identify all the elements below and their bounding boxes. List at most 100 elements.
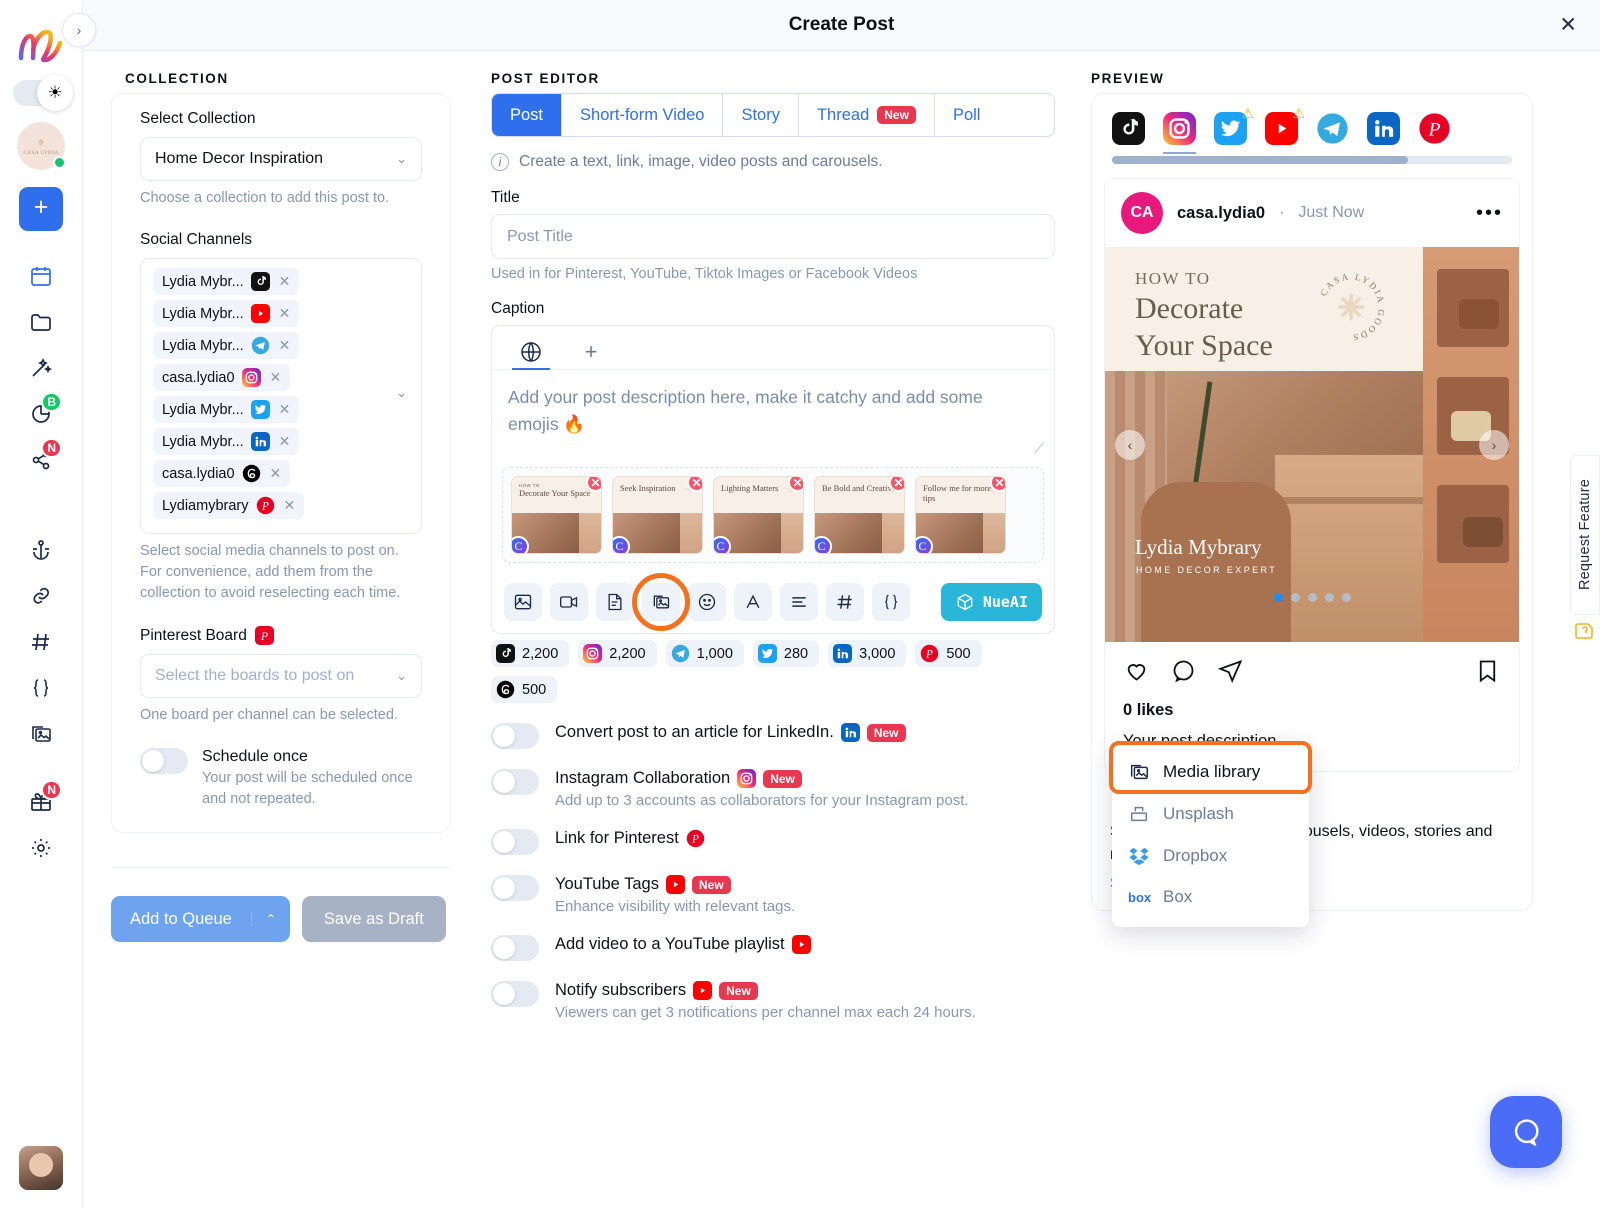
attachment-thumbnail[interactable]: ✳ Be Bold and Creative ✕ C <box>814 476 905 555</box>
add-to-queue-button[interactable]: Add to Queue ⌃ <box>111 896 290 943</box>
attachment-thumbnail[interactable]: ✳ Follow me for more tips ✕ C <box>915 476 1006 555</box>
social-channels-box[interactable]: Lydia Mybr... ✕ Lydia Mybr... ✕ Lydia My… <box>140 258 422 535</box>
channels-chevron-down-icon[interactable]: ⌄ <box>396 385 407 401</box>
globe-icon[interactable] <box>504 335 558 370</box>
remove-channel-icon[interactable]: ✕ <box>279 433 291 450</box>
save-as-draft-button[interactable]: Save as Draft <box>301 896 446 943</box>
carousel-dot[interactable] <box>1307 593 1317 602</box>
sidebar-item-link[interactable] <box>18 573 64 619</box>
like-icon[interactable] <box>1123 657 1150 689</box>
canva-icon[interactable]: C <box>613 536 630 554</box>
title-input[interactable]: Post Title <box>491 214 1055 259</box>
sidebar-item-analytics[interactable]: B <box>18 391 64 437</box>
bookmark-icon[interactable] <box>1474 657 1501 689</box>
remove-channel-icon[interactable]: ✕ <box>279 305 291 322</box>
carousel-prev-button[interactable]: ‹ <box>1115 429 1145 460</box>
share-icon[interactable] <box>1217 657 1244 689</box>
option-toggle[interactable] <box>491 769 539 796</box>
feedback-icon[interactable] <box>1573 620 1597 644</box>
channel-chip[interactable]: Lydia Mybr... ✕ <box>153 396 300 424</box>
tab-poll[interactable]: Poll <box>934 94 999 136</box>
sidebar-item-variables[interactable] <box>18 665 64 711</box>
option-toggle[interactable] <box>491 935 539 962</box>
collection-select[interactable]: Home Decor Inspiration ⌄ <box>140 137 422 181</box>
sidebar-item-share[interactable]: N <box>18 437 64 483</box>
help-chat-button[interactable] <box>1490 1096 1562 1168</box>
carousel-dot[interactable] <box>1273 593 1283 602</box>
schedule-once-toggle[interactable] <box>140 748 188 775</box>
tab-short-form-video[interactable]: Short-form Video <box>562 94 724 136</box>
preview-network-pinterest[interactable]: P <box>1418 112 1451 145</box>
emoji-icon[interactable] <box>688 583 726 622</box>
video-icon[interactable] <box>550 583 588 622</box>
canva-icon[interactable]: C <box>714 536 731 554</box>
option-toggle[interactable] <box>491 981 539 1008</box>
request-feature-tab[interactable]: Request Feature <box>1570 455 1600 615</box>
preview-network-linkedin[interactable] <box>1367 112 1400 145</box>
carousel-dot[interactable] <box>1290 593 1300 602</box>
remove-channel-icon[interactable]: ✕ <box>270 465 282 482</box>
attachment-thumbnail[interactable]: ✳ Seek Inspiration ✕ C <box>612 476 703 555</box>
dropdown-item-box[interactable]: box Box <box>1112 877 1309 917</box>
font-icon[interactable] <box>734 583 772 622</box>
close-icon[interactable]: ✕ <box>1559 13 1577 38</box>
attachment-thumbnail[interactable]: ✳ Lighting Matters ✕ C <box>713 476 804 555</box>
expand-sidebar-button[interactable]: › <box>62 13 96 47</box>
channel-chip[interactable]: casa.lydia0 ✕ <box>153 364 291 392</box>
tab-thread[interactable]: Thread New <box>798 94 935 136</box>
document-icon[interactable] <box>596 583 634 622</box>
sidebar-item-magic-wand[interactable] <box>18 345 64 391</box>
carousel-dot[interactable] <box>1341 593 1351 602</box>
add-caption-variant-button[interactable]: + <box>564 335 618 369</box>
preview-network-twitter[interactable]: ⚠ <box>1214 105 1254 145</box>
sidebar-item-anchor[interactable] <box>18 527 64 573</box>
nueai-button[interactable]: NueAI <box>940 583 1042 622</box>
comment-icon[interactable] <box>1170 657 1197 689</box>
remove-channel-icon[interactable]: ✕ <box>284 497 296 514</box>
pinterest-board-select[interactable]: Select the boards to post on ⌄ <box>140 654 422 699</box>
attachment-thumbnail[interactable]: ✳ HOW TO Decorate Your Space ✕ C <box>511 476 602 555</box>
theme-toggle[interactable]: ☀ <box>13 75 73 111</box>
channel-chip[interactable]: Lydia Mybr... ✕ <box>153 300 300 328</box>
sidebar-item-hashtag[interactable] <box>18 619 64 665</box>
channel-chip[interactable]: Lydia Mybr... ✕ <box>153 268 300 296</box>
align-icon[interactable] <box>780 583 818 622</box>
create-button[interactable]: + <box>19 187 63 231</box>
dropdown-item-unsplash[interactable]: Unsplash <box>1112 793 1309 835</box>
sidebar-item-gift[interactable]: N <box>18 779 64 825</box>
tab-post[interactable]: Post <box>492 94 563 136</box>
dropdown-item-dropbox[interactable]: Dropbox <box>1112 835 1309 877</box>
remove-channel-icon[interactable]: ✕ <box>279 401 291 418</box>
option-toggle[interactable] <box>491 875 539 902</box>
more-options-icon[interactable]: ••• <box>1476 202 1503 225</box>
sidebar-item-calendar[interactable] <box>18 253 64 299</box>
channel-chip[interactable]: Lydiamybrary P ✕ <box>153 492 305 520</box>
sidebar-item-settings[interactable] <box>18 825 64 871</box>
media-library-icon[interactable] <box>632 573 690 632</box>
channel-chip[interactable]: Lydia Mybr... ✕ <box>153 428 300 456</box>
channel-chip[interactable]: casa.lydia0 ✕ <box>153 460 291 488</box>
canva-icon[interactable]: C <box>512 536 529 554</box>
remove-channel-icon[interactable]: ✕ <box>270 369 282 386</box>
carousel-dot[interactable] <box>1324 593 1334 602</box>
user-avatar-bottom[interactable] <box>19 1146 63 1190</box>
carousel-next-button[interactable]: › <box>1479 429 1509 460</box>
dropdown-item-media-library[interactable]: Media library <box>1112 751 1309 793</box>
image-icon[interactable] <box>504 583 542 622</box>
canva-icon[interactable]: C <box>916 536 933 554</box>
sidebar-item-folder[interactable] <box>18 299 64 345</box>
preview-network-instagram[interactable] <box>1163 112 1196 154</box>
preview-network-youtube[interactable]: ⚠ <box>1265 105 1305 145</box>
channel-chip[interactable]: Lydia Mybr... ✕ <box>153 332 300 360</box>
preview-network-tiktok[interactable] <box>1112 112 1145 145</box>
remove-channel-icon[interactable]: ✕ <box>279 273 291 290</box>
option-toggle[interactable] <box>491 723 539 750</box>
workspace-avatar[interactable]: CASA LYDIA <box>17 122 66 170</box>
sidebar-item-media-library[interactable] <box>18 711 64 757</box>
resize-handle-icon[interactable]: ⟋ <box>492 440 1054 461</box>
remove-channel-icon[interactable]: ✕ <box>279 337 291 354</box>
variables-icon[interactable] <box>872 583 910 622</box>
preview-network-telegram[interactable] <box>1316 112 1349 145</box>
preview-scrollbar[interactable] <box>1112 156 1512 164</box>
option-toggle[interactable] <box>491 829 539 856</box>
